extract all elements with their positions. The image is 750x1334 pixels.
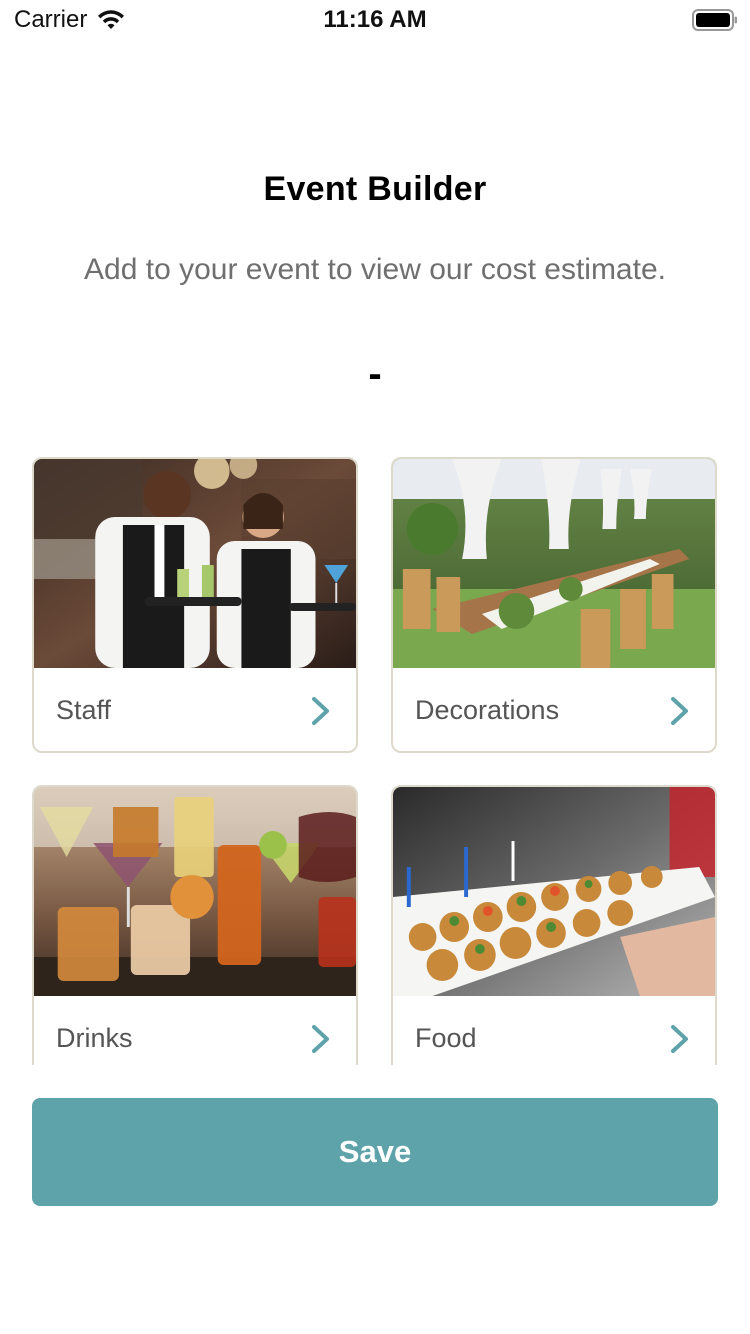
card-footer: Food <box>393 996 715 1065</box>
save-button[interactable]: Save <box>32 1098 718 1206</box>
chevron-right-icon <box>671 1024 688 1053</box>
card-decorations[interactable]: Decorations <box>391 457 717 753</box>
event-category-grid[interactable]: Staff Decorations Drinks Food <box>0 440 750 1065</box>
outdoor-banquet-table-photo <box>393 459 715 668</box>
card-label: Food <box>415 1023 477 1053</box>
waiters-serving-drinks-photo <box>34 459 356 668</box>
battery-icon <box>692 9 737 31</box>
card-label: Staff <box>56 695 112 725</box>
chevron-right-icon <box>312 696 329 725</box>
cocktails-on-bar-photo <box>34 787 356 996</box>
card-drinks[interactable]: Drinks <box>32 785 358 1065</box>
page-subtitle: Add to your event to view our cost estim… <box>84 253 666 286</box>
card-label: Decorations <box>415 695 560 725</box>
chevron-right-icon <box>312 1024 329 1053</box>
card-footer: Staff <box>34 668 356 751</box>
chevron-right-icon <box>671 696 688 725</box>
status-bar: Carrier 11:16 AM <box>0 0 750 40</box>
card-footer: Decorations <box>393 668 715 751</box>
card-footer: Drinks <box>34 996 356 1065</box>
card-food[interactable]: Food <box>391 785 717 1065</box>
cost-estimate-value: - <box>368 352 382 396</box>
page-title: Event Builder <box>263 170 487 208</box>
card-staff[interactable]: Staff <box>32 457 358 753</box>
appetizer-platter-photo <box>393 787 715 996</box>
card-label: Drinks <box>56 1023 133 1053</box>
clock: 11:16 AM <box>323 6 427 33</box>
